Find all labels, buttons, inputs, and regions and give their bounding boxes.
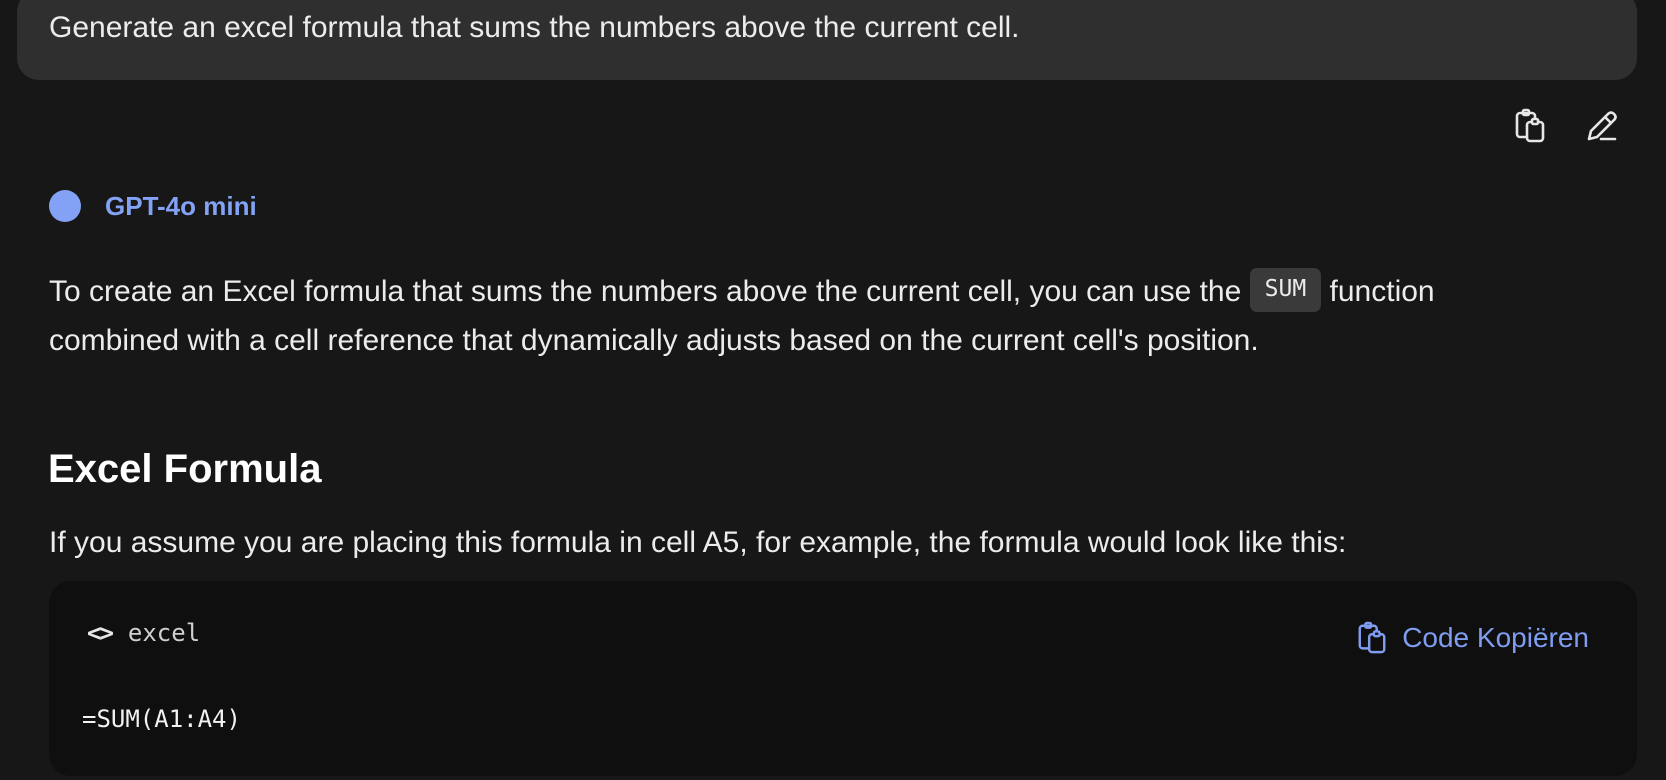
intro-paragraph: To create an Excel formula that sums the…	[49, 267, 1435, 365]
inline-code-sum: SUM	[1249, 268, 1322, 313]
model-name: GPT-4o mini	[105, 190, 257, 221]
code-language-label: <> excel	[87, 619, 200, 647]
code-brackets-icon: <>	[87, 619, 114, 647]
code-language: excel	[127, 619, 201, 647]
intro-text-before: To create an Excel formula that sums the…	[49, 275, 1242, 308]
copy-code-button[interactable]: Code Kopiëren	[1356, 621, 1589, 655]
model-avatar	[49, 190, 81, 222]
edit-message-button[interactable]	[1582, 106, 1622, 146]
copy-code-label: Code Kopiëren	[1402, 622, 1589, 653]
copy-message-button[interactable]	[1510, 106, 1550, 146]
intro-text-after: function	[1329, 275, 1435, 308]
assistant-header: GPT-4o mini	[49, 189, 257, 223]
chat-page: Generate an excel formula that sums the …	[0, 0, 1666, 780]
code-content[interactable]: =SUM(A1:A4)	[82, 705, 241, 733]
intro-text-line2: combined with a cell reference that dyna…	[49, 324, 1259, 357]
copy-icon	[1515, 108, 1545, 143]
code-block: <> excel Code Kopiëren =SUM(A1:A4)	[49, 581, 1637, 776]
user-message-text: Generate an excel formula that sums the …	[49, 11, 1020, 44]
copy-icon	[1358, 621, 1386, 654]
section-heading: Excel Formula	[48, 447, 322, 491]
user-message-bubble: Generate an excel formula that sums the …	[17, 0, 1637, 80]
pencil-icon	[1587, 111, 1617, 141]
example-paragraph: If you assume you are placing this formu…	[49, 526, 1347, 559]
